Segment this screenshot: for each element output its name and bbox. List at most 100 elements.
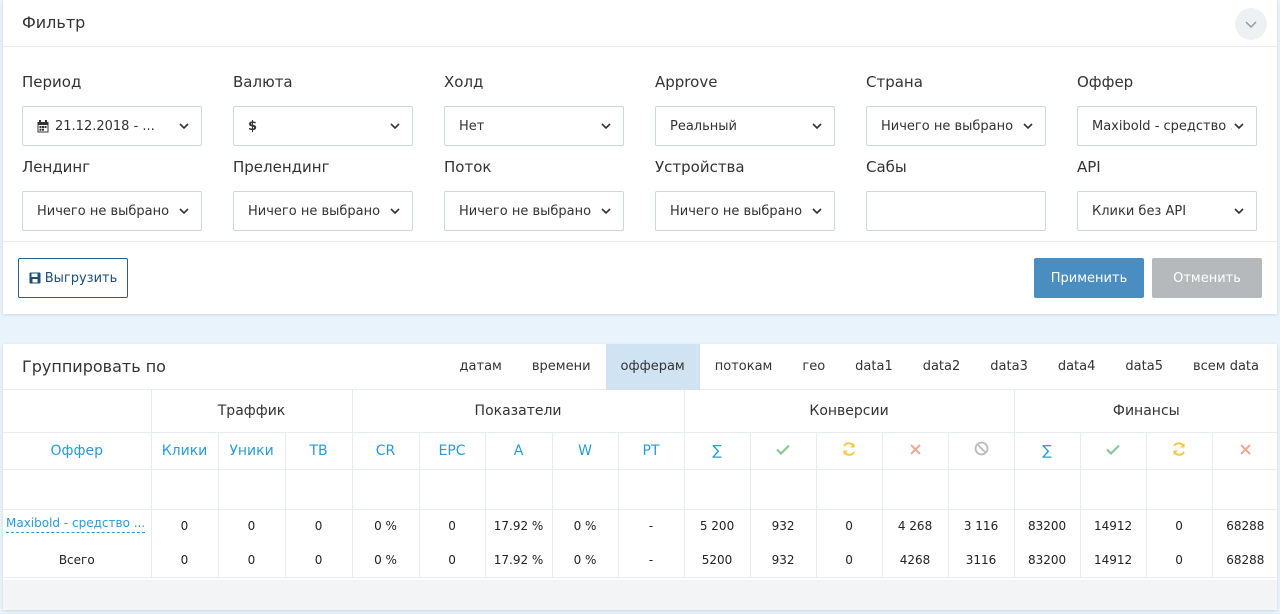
col-uniques[interactable]: Уники <box>217 432 285 470</box>
collapse-button[interactable] <box>1235 8 1267 40</box>
cell-cr: 0 % <box>351 543 420 578</box>
landing-select[interactable]: Ничего не выбрано <box>22 191 202 231</box>
col-a[interactable]: A <box>484 432 553 470</box>
cell-total-label: Всего <box>3 543 151 578</box>
devices-label: Устройства <box>655 158 745 176</box>
col-epc[interactable]: EPC <box>418 432 486 470</box>
cell-uniques: 0 <box>217 543 285 578</box>
col-conv-pending[interactable] <box>815 432 883 470</box>
col-pt[interactable]: PT <box>617 432 685 470</box>
prelanding-select[interactable]: Ничего не выбрано <box>233 191 413 231</box>
hold-label: Холд <box>444 73 484 91</box>
devices-value: Ничего не выбрано <box>670 203 803 219</box>
table-row: Maxibold - средство ... 0 0 0 0 % 0 17.9… <box>3 509 1279 543</box>
group-conversions: Конверсии <box>683 390 1015 433</box>
cell-tb: 0 <box>284 509 353 543</box>
landing-label: Лендинг <box>22 158 91 176</box>
calendar-icon <box>37 119 49 132</box>
cell-conv-pending: 0 <box>815 509 883 543</box>
cell-fin-approved: 14912 <box>1079 543 1147 578</box>
col-conv-sum[interactable]: ∑ <box>683 432 751 470</box>
cell-conv-pending: 0 <box>815 543 883 578</box>
col-conv-approved[interactable] <box>749 432 817 470</box>
tab-geo[interactable]: гео <box>787 344 840 390</box>
cell-epc: 0 <box>418 543 486 578</box>
hold-field: Холд Нет <box>444 72 624 146</box>
group-empty <box>3 390 151 433</box>
tab-all-data[interactable]: всем data <box>1178 344 1277 390</box>
stream-label: Поток <box>444 158 492 176</box>
cell-fin-sum: 83200 <box>1013 543 1081 578</box>
tab-data2[interactable]: data2 <box>908 344 976 390</box>
country-label: Страна <box>866 73 923 91</box>
offer-link[interactable]: Maxibold - средство ... <box>6 516 146 534</box>
col-conv-rejected[interactable] <box>881 432 949 470</box>
cancel-button[interactable]: Отменить <box>1152 258 1262 298</box>
apply-button[interactable]: Применить <box>1034 258 1144 298</box>
cell-a: 17.92 % <box>484 509 553 543</box>
col-fin-approved[interactable] <box>1079 432 1147 470</box>
tab-streams[interactable]: потокам <box>700 344 788 390</box>
cell-fin-pending: 0 <box>1145 543 1213 578</box>
tab-data3[interactable]: data3 <box>975 344 1043 390</box>
col-conv-trash[interactable] <box>947 432 1015 470</box>
col-clicks[interactable]: Клики <box>150 432 218 470</box>
period-select[interactable]: 21.12.2018 - ... <box>22 106 202 146</box>
col-offer[interactable]: Оффер <box>3 432 151 470</box>
hold-select[interactable]: Нет <box>444 106 624 146</box>
col-fin-sum[interactable]: ∑ <box>1013 432 1081 470</box>
cell-cr: 0 % <box>351 509 420 543</box>
cell-conv-approved: 932 <box>749 509 817 543</box>
cell-offer: Maxibold - средство ... <box>3 509 151 543</box>
approve-select[interactable]: Реальный <box>655 106 835 146</box>
subs-input[interactable] <box>866 191 1046 231</box>
col-fin-pending[interactable] <box>1145 432 1213 470</box>
export-button[interactable]: Выгрузить <box>18 258 128 298</box>
tab-data1[interactable]: data1 <box>840 344 908 390</box>
col-fin-rejected[interactable] <box>1211 432 1279 470</box>
offer-select[interactable]: Maxibold - средство ... <box>1077 106 1257 146</box>
subs-field: Сабы <box>866 157 1046 231</box>
tab-offers[interactable]: офферам <box>605 344 700 390</box>
cell-fin-sum: 83200 <box>1013 509 1081 543</box>
chevron-down-icon <box>177 207 189 215</box>
landing-value: Ничего не выбрано <box>37 203 170 219</box>
save-icon <box>29 272 41 284</box>
col-w[interactable]: W <box>551 432 619 470</box>
stream-select[interactable]: Ничего не выбрано <box>444 191 624 231</box>
cell-w: 0 % <box>551 543 619 578</box>
tab-data5[interactable]: data5 <box>1110 344 1178 390</box>
col-cr[interactable]: CR <box>351 432 420 470</box>
tab-data4[interactable]: data4 <box>1043 344 1111 390</box>
table-filter-row <box>3 469 1279 510</box>
col-tb[interactable]: ТВ <box>284 432 353 470</box>
prelanding-value: Ничего не выбрано <box>248 203 381 219</box>
chevron-down-icon <box>1232 122 1244 130</box>
group-traffic: Траффик <box>150 390 353 433</box>
country-select[interactable]: Ничего не выбрано <box>866 106 1046 146</box>
currency-value: $ <box>248 118 258 134</box>
country-field: Страна Ничего не выбрано <box>866 72 1046 146</box>
chevron-down-icon <box>810 207 822 215</box>
offer-field: Оффер Maxibold - средство ... <box>1077 72 1257 146</box>
cell-clicks: 0 <box>150 543 218 578</box>
cell-conv-approved: 932 <box>749 543 817 578</box>
tab-dates[interactable]: датам <box>445 344 517 390</box>
country-value: Ничего не выбрано <box>881 118 1014 134</box>
chevron-down-icon <box>599 122 611 130</box>
group-tabs: датам времени офферам потокам гео data1 … <box>445 344 1277 390</box>
chevron-down-icon <box>177 122 189 130</box>
period-label: Период <box>22 73 82 91</box>
currency-select[interactable]: $ <box>233 106 413 146</box>
table-group-row: Траффик Показатели Конверсии Финансы <box>3 390 1279 433</box>
tab-time[interactable]: времени <box>517 344 606 390</box>
api-select[interactable]: Клики без API <box>1077 191 1257 231</box>
table-header-row: Оффер Клики Уники ТВ CR EPC A W PT ∑ ∑ <box>3 432 1279 470</box>
cell-fin-pending: 0 <box>1145 509 1213 543</box>
table-total-row: Всего 0 0 0 0 % 0 17.92 % 0 % - 5200 932… <box>3 543 1279 578</box>
currency-field: Валюта $ <box>233 72 413 146</box>
devices-select[interactable]: Ничего не выбрано <box>655 191 835 231</box>
stats-table: Траффик Показатели Конверсии Финансы Офф… <box>3 390 1279 578</box>
approve-field: Approve Реальный <box>655 72 835 146</box>
stats-panel: Группировать по датам времени офферам по… <box>3 344 1279 610</box>
